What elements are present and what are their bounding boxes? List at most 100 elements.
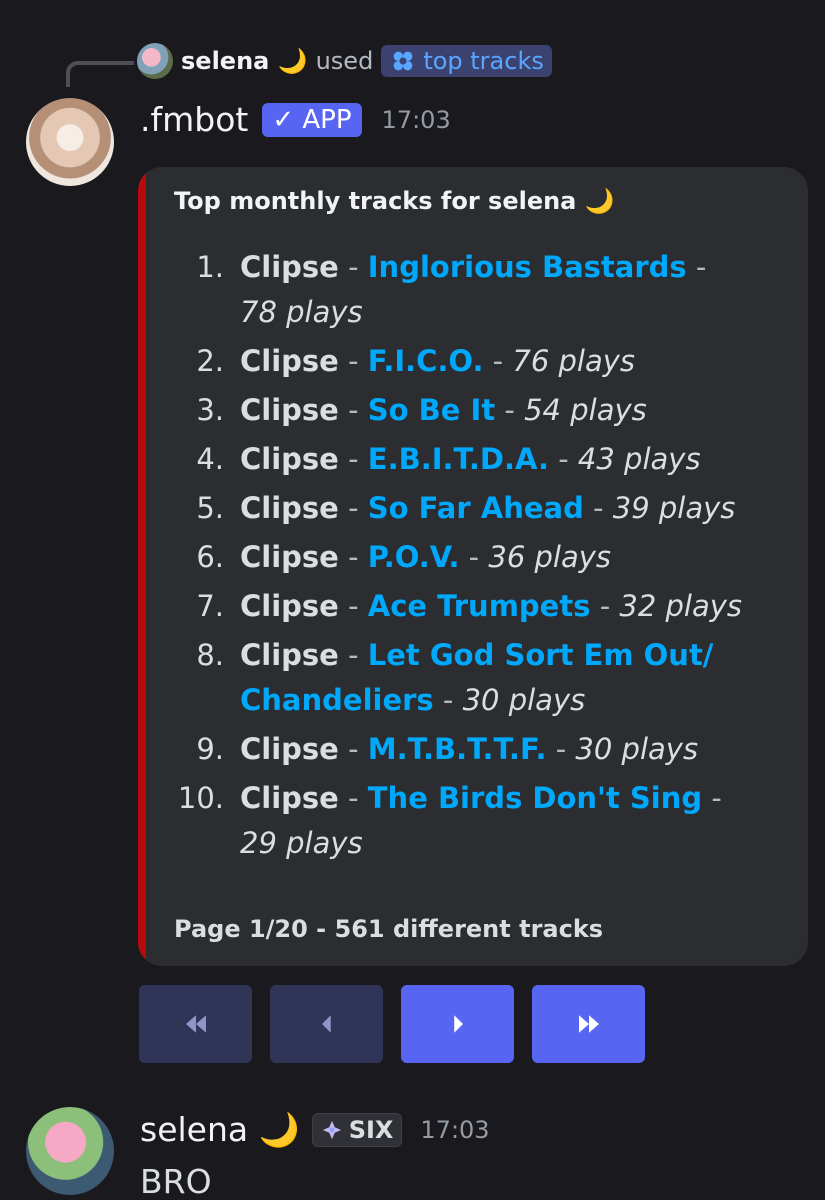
chat-view: selena 🌙 used top tracks .fmbot ✓ APP 17… [0, 0, 825, 1200]
bot-message-header: .fmbot ✓ APP 17:03 [140, 100, 451, 139]
first-page-button[interactable] [139, 985, 252, 1063]
track-plays: 54 plays [524, 393, 647, 427]
last-page-button[interactable] [532, 985, 645, 1063]
separator: - [338, 250, 368, 284]
track-row: 1. Clipse - Inglorious Bastards - 78 play… [138, 245, 808, 335]
separator: - [338, 344, 368, 378]
track-link[interactable]: E.B.I.T.D.A. [368, 442, 549, 476]
track-plays: 36 plays [488, 540, 612, 574]
track-rank: 3. [196, 393, 224, 427]
embed-title: Top monthly tracks for selena 🌙 [174, 187, 615, 215]
command-reply-context[interactable]: selena 🌙 used top tracks [137, 41, 552, 81]
separator: - [338, 589, 368, 623]
guild-tag-badge[interactable]: SIX [311, 1113, 403, 1147]
separator: - [590, 589, 620, 623]
message-content: BRO [140, 1162, 212, 1200]
track-row: 10. Clipse - The Birds Don't Sing - 29 pl… [138, 776, 808, 866]
separator: - [338, 781, 368, 815]
track-artist: Clipse [240, 393, 339, 427]
track-row: 4. Clipse - E.B.I.T.D.A. - 43 plays [138, 437, 808, 482]
track-artist: Clipse [240, 781, 339, 815]
message-timestamp[interactable]: 17:03 [382, 106, 451, 134]
slash-command-name: top tracks [423, 47, 544, 75]
user-message-timestamp[interactable]: 17:03 [420, 1116, 489, 1144]
bot-username[interactable]: .fmbot [140, 100, 248, 139]
track-artist: Clipse [240, 540, 339, 574]
pagination-buttons [139, 985, 645, 1063]
app-badge: ✓ APP [262, 102, 362, 137]
bot-avatar[interactable] [26, 98, 114, 186]
track-rank: 7. [196, 589, 224, 623]
track-plays: 30 plays [462, 683, 586, 717]
track-row: 7. Clipse - Ace Trumpets - 32 plays [138, 584, 808, 629]
track-artist: Clipse [240, 732, 339, 766]
separator: - [338, 638, 368, 672]
slash-command-pill[interactable]: top tracks [381, 45, 552, 77]
track-rank: 8. [196, 638, 224, 672]
track-row: 3. Clipse - So Be It - 54 plays [138, 388, 808, 433]
command-sparkle-icon [393, 51, 413, 71]
reply-avatar[interactable] [137, 43, 173, 79]
track-artist: Clipse [240, 589, 339, 623]
track-plays: 30 plays [575, 732, 699, 766]
separator: - [459, 540, 489, 574]
track-link[interactable]: P.O.V. [368, 540, 460, 574]
track-artist: Clipse [240, 344, 339, 378]
separator: - [495, 393, 525, 427]
guild-tag-text: SIX [348, 1116, 394, 1144]
track-plays: 43 plays [577, 442, 701, 476]
guild-tag-icon [322, 1120, 341, 1140]
reply-username[interactable]: selena 🌙 [181, 47, 308, 75]
separator: - [338, 540, 368, 574]
track-row: 6. Clipse - P.O.V. - 36 plays [138, 535, 808, 580]
track-rank: 5. [196, 491, 224, 525]
double-chevron-right-icon [578, 1015, 599, 1033]
separator: - [433, 683, 463, 717]
track-link[interactable]: Inglorious Bastards [368, 250, 687, 284]
previous-page-button[interactable] [270, 985, 383, 1063]
track-link[interactable]: So Be It [368, 393, 495, 427]
reply-used-text: used [315, 47, 374, 75]
track-link[interactable]: M.T.B.T.T.F. [368, 732, 547, 766]
separator: - [338, 491, 368, 525]
user-message-header: selena 🌙 SIX 17:03 [140, 1110, 490, 1150]
separator: - [338, 442, 368, 476]
track-rank: 2. [196, 344, 224, 378]
track-link[interactable]: Ace Trumpets [368, 589, 591, 623]
track-plays: 29 plays [240, 826, 363, 860]
chevron-right-icon [453, 1015, 463, 1033]
track-plays: 76 plays [512, 344, 636, 378]
track-rank: 9. [196, 732, 224, 766]
track-artist: Clipse [240, 491, 339, 525]
separator: - [483, 344, 513, 378]
chevron-left-icon [321, 1015, 331, 1033]
track-rank: 10. [177, 781, 224, 815]
track-artist: Clipse [240, 638, 339, 672]
track-plays: 32 plays [619, 589, 743, 623]
separator: - [338, 732, 368, 766]
separator: - [702, 781, 722, 815]
embed-footer: Page 1/20 - 561 different tracks [174, 915, 604, 943]
track-row: 5. Clipse - So Far Ahead - 39 plays [138, 486, 808, 531]
track-link[interactable]: The Birds Don't Sing [368, 781, 702, 815]
track-row: 2. Clipse - F.I.C.O. - 76 plays [138, 339, 808, 384]
top-tracks-embed: Top monthly tracks for selena 🌙 1. Clipse… [138, 167, 808, 966]
track-artist: Clipse [240, 250, 339, 284]
track-row: 8. Clipse - Let God Sort Em Out/ Chandeli… [138, 633, 808, 723]
next-page-button[interactable] [401, 985, 514, 1063]
track-rank: 6. [196, 540, 224, 574]
track-plays: 78 plays [240, 295, 363, 329]
track-link[interactable]: So Far Ahead [368, 491, 584, 525]
separator: - [338, 393, 368, 427]
separator: - [686, 250, 707, 284]
user-username[interactable]: selena 🌙 [140, 1110, 300, 1150]
separator: - [549, 442, 578, 476]
separator: - [546, 732, 576, 766]
track-list: 1. Clipse - Inglorious Bastards - 78 play… [138, 245, 808, 870]
track-plays: 39 plays [612, 491, 736, 525]
user-avatar[interactable] [26, 1107, 114, 1195]
track-rank: 1. [196, 250, 224, 284]
track-rank: 4. [196, 442, 224, 476]
track-artist: Clipse [240, 442, 339, 476]
track-link[interactable]: F.I.C.O. [368, 344, 484, 378]
